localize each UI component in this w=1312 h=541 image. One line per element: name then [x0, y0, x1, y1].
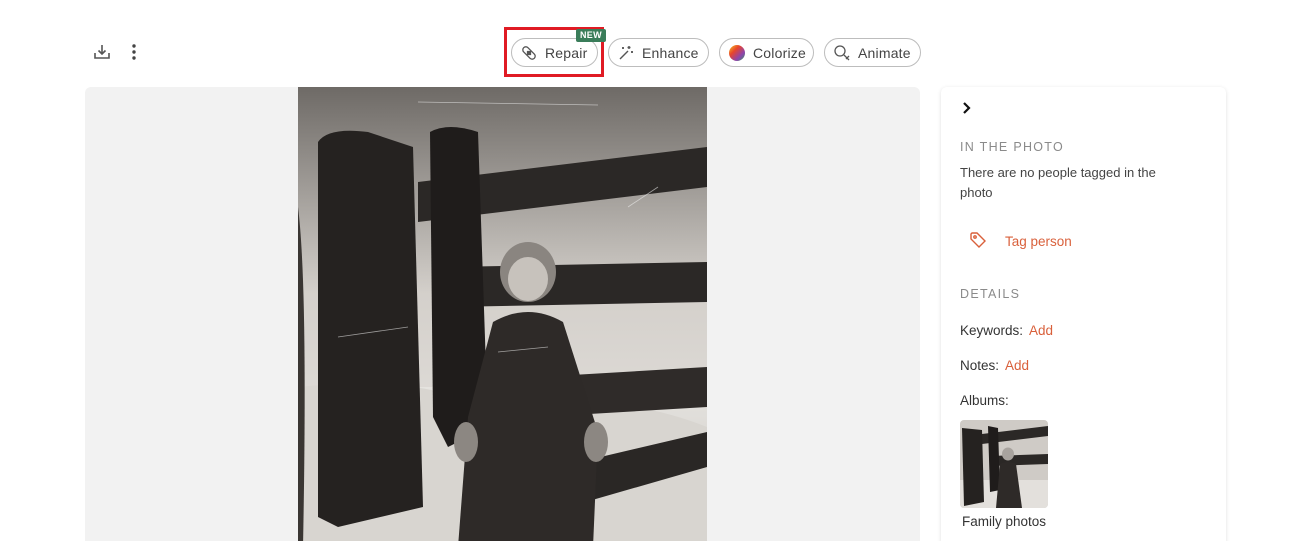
in-photo-heading: IN THE PHOTO — [960, 140, 1065, 154]
info-panel: IN THE PHOTO There are no people tagged … — [941, 87, 1226, 541]
enhance-label: Enhance — [642, 44, 699, 61]
albums-label: Albums: — [960, 393, 1009, 408]
repair-label: Repair — [545, 44, 588, 61]
add-keywords-link[interactable]: Add — [1029, 323, 1053, 338]
animate-button[interactable]: Animate — [824, 38, 921, 67]
notes-row: Notes: Add — [960, 358, 1029, 373]
color-wheel-icon — [728, 44, 746, 62]
photo-viewer — [85, 87, 920, 541]
tag-person-button[interactable]: Tag person — [969, 231, 1072, 252]
photo-image[interactable] — [298, 87, 707, 541]
notes-label: Notes: — [960, 358, 1000, 373]
animate-label: Animate — [858, 44, 911, 61]
animate-icon — [833, 44, 851, 62]
chevron-right-icon[interactable] — [961, 101, 977, 119]
download-icon[interactable] — [90, 40, 114, 64]
enhance-button[interactable]: Enhance — [608, 38, 709, 67]
tag-person-label: Tag person — [1005, 234, 1072, 249]
bandage-icon — [520, 44, 538, 62]
album-thumbnail[interactable] — [960, 420, 1048, 508]
more-vertical-icon[interactable] — [124, 40, 144, 64]
new-badge: NEW — [576, 29, 606, 42]
colorize-label: Colorize — [753, 44, 806, 61]
album-name: Family photos — [962, 514, 1047, 529]
keywords-label: Keywords: — [960, 323, 1024, 338]
details-heading: DETAILS — [960, 287, 1021, 301]
albums-row: Albums: — [960, 393, 1009, 408]
magic-wand-icon — [617, 44, 635, 62]
repair-button[interactable]: Repair — [511, 38, 598, 67]
no-people-message: There are no people tagged in the photo — [960, 165, 1156, 200]
colorize-button[interactable]: Colorize — [719, 38, 814, 67]
tag-icon — [969, 231, 987, 252]
add-notes-link[interactable]: Add — [1005, 358, 1029, 373]
keywords-row: Keywords: Add — [960, 323, 1053, 338]
